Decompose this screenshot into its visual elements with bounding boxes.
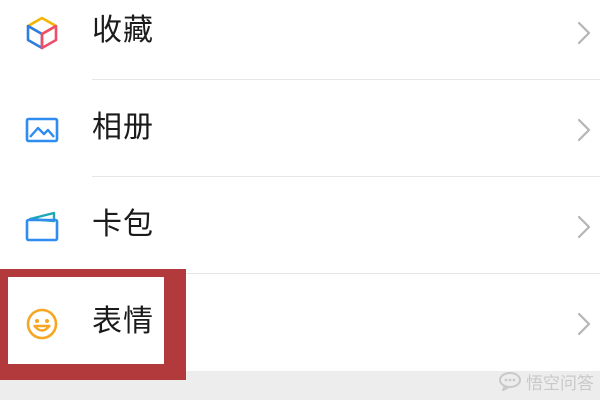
menu-item-label: 收藏 — [92, 13, 154, 48]
chevron-right-icon — [574, 19, 594, 47]
chevron-right-icon — [574, 213, 594, 241]
menu-item-label: 卡包 — [92, 207, 154, 242]
settings-screen: 收藏 相册 卡包 表情 悟空问答 — [0, 0, 600, 400]
cube-icon — [24, 15, 60, 51]
chevron-right-icon — [574, 116, 594, 144]
menu-item-album[interactable]: 相册 — [0, 80, 600, 177]
watermark-text: 悟空问答 — [526, 373, 594, 394]
smiley-face-icon — [24, 306, 60, 342]
menu-item-card-wallet[interactable]: 卡包 — [0, 177, 600, 274]
card-wallet-icon — [24, 209, 60, 245]
chevron-right-icon — [574, 310, 594, 338]
speech-bubble-logo-icon — [498, 371, 522, 391]
menu-item-stickers[interactable]: 表情 — [0, 274, 600, 371]
menu-item-favorites[interactable]: 收藏 — [0, 0, 600, 80]
menu-item-label: 相册 — [92, 110, 154, 145]
menu-item-label: 表情 — [92, 304, 154, 339]
photo-album-icon — [24, 112, 60, 148]
watermark: 悟空问答 — [498, 368, 594, 394]
